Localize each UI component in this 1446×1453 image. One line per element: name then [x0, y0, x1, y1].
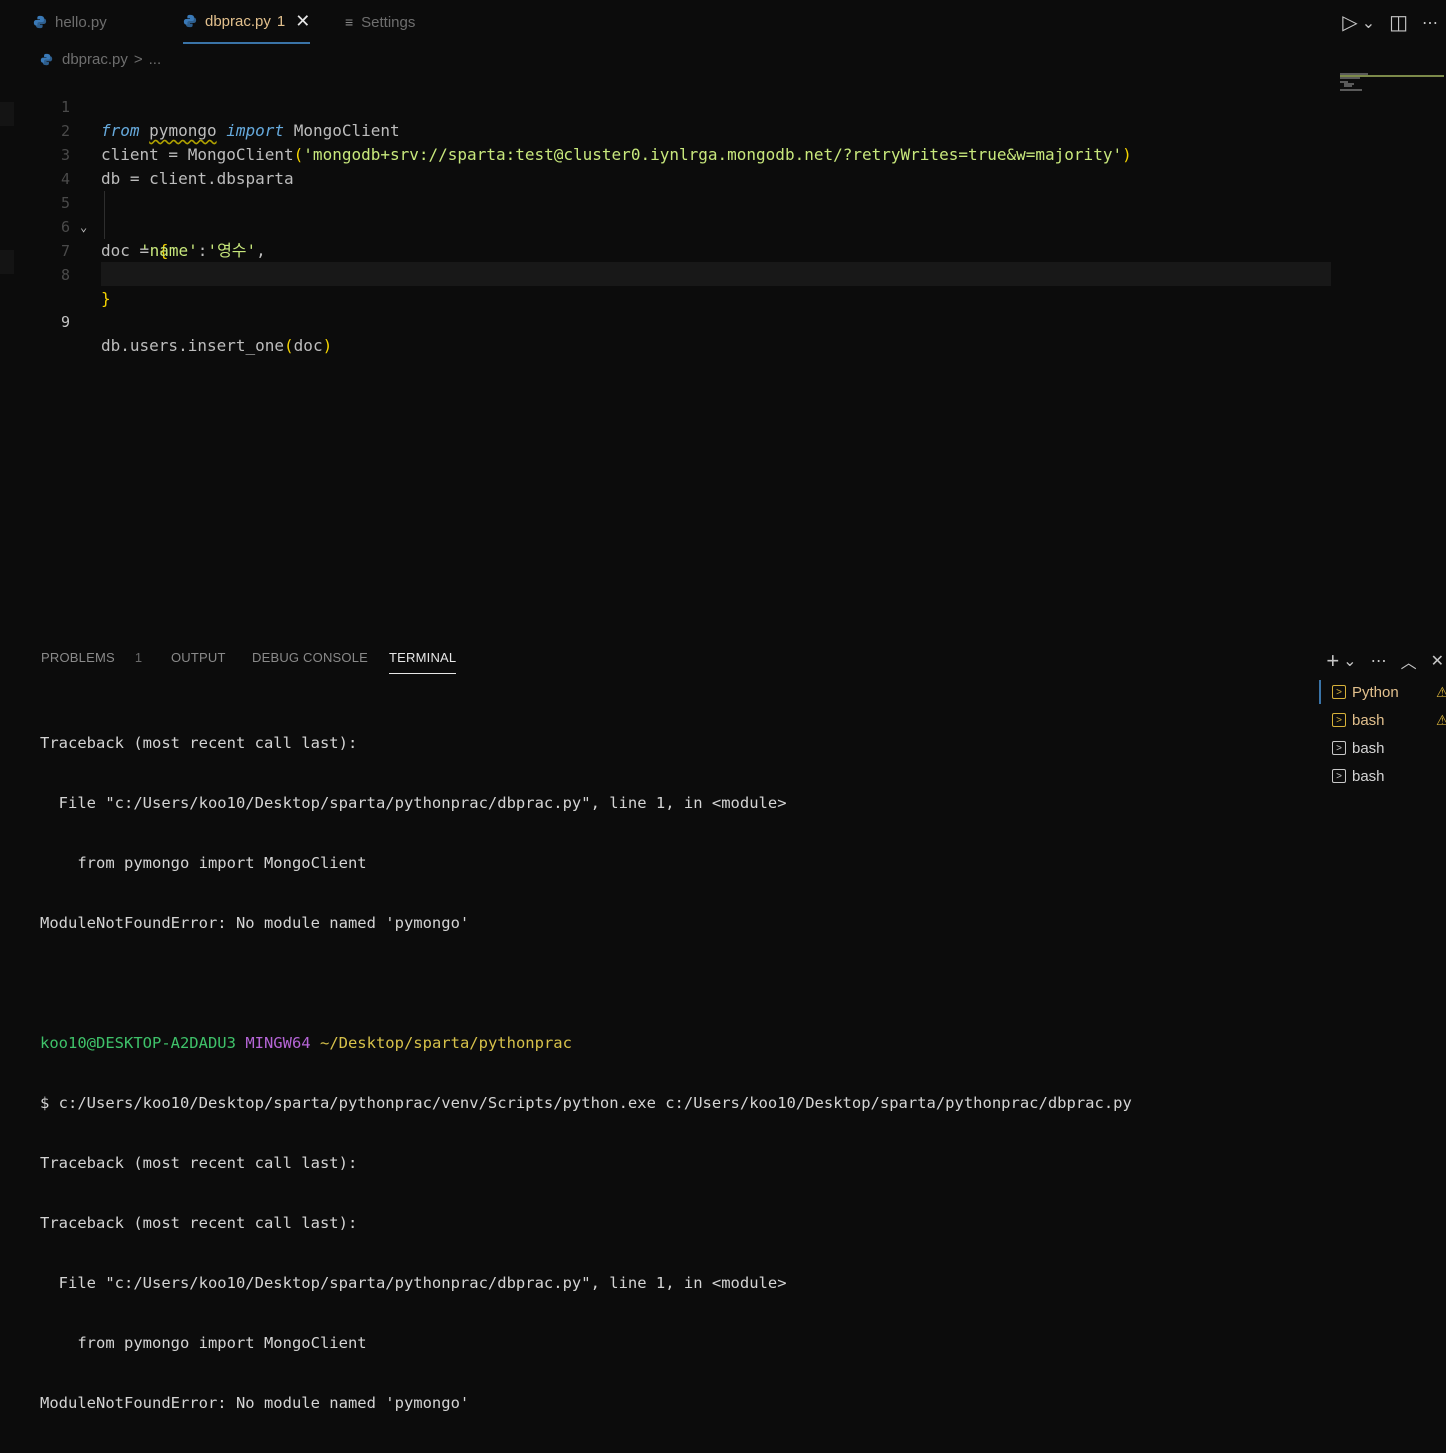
tab-output[interactable]: OUTPUT	[171, 650, 226, 665]
code-line: 7 'age':24	[0, 215, 1336, 284]
editor-actions: ▷ ⌄ ◫ ⋯	[1342, 10, 1438, 35]
terminal-instance-bash[interactable]: > bash	[1318, 734, 1446, 762]
run-icon[interactable]: ▷	[1342, 10, 1357, 35]
terminal-instance-bash[interactable]: > bash	[1318, 762, 1446, 790]
tab-label: dbprac.py	[205, 12, 271, 30]
minimap[interactable]	[1338, 71, 1446, 93]
terminal-line: Traceback (most recent call last):	[40, 1154, 358, 1172]
code-line: 4	[0, 143, 1336, 188]
terminal-line: Traceback (most recent call last):	[40, 1214, 358, 1232]
terminal-line: from pymongo import MongoClient	[40, 854, 367, 872]
tab-terminal[interactable]: TERMINAL	[389, 650, 457, 674]
python-icon	[40, 53, 53, 65]
terminal-prompt: koo10@DESKTOP-A2DADU3 MINGW64 ~/Desktop/…	[40, 1034, 572, 1052]
terminal-line: ModuleNotFoundError: No module named 'py…	[40, 914, 470, 932]
close-icon[interactable]: ✕	[1431, 651, 1444, 671]
line-number: 9	[60, 313, 70, 331]
chevron-down-icon[interactable]: ⌄	[1343, 651, 1356, 671]
code-editor[interactable]: 1 from pymongo import MongoClient 2 clie…	[0, 71, 1336, 631]
new-terminal-icon[interactable]: +	[1326, 648, 1339, 674]
terminal-instance-bash[interactable]: > bash ⚠	[1318, 706, 1446, 734]
terminal-command: $ c:/Users/koo10/Desktop/sparta/pythonpr…	[40, 1094, 1132, 1112]
tab-dbprac-py[interactable]: dbprac.py 1 ✕	[183, 0, 311, 44]
bottom-panel: PROBLEMS 1 OUTPUT DEBUG CONSOLE TERMINAL …	[0, 640, 1446, 1412]
minimap-line	[1340, 77, 1360, 79]
terminal-instance-python[interactable]: > Python ⚠	[1318, 678, 1446, 706]
tab-label: hello.py	[55, 13, 107, 31]
code-line: 6 'name':'영수',	[0, 191, 1336, 260]
breadcrumb-symbols[interactable]: ...	[149, 51, 162, 68]
close-icon[interactable]: ✕	[295, 11, 310, 32]
more-actions-icon[interactable]: ⋯	[1422, 13, 1438, 33]
code-line: 2 client = MongoClient('mongodb+srv://sp…	[0, 95, 1336, 164]
chevron-right-icon: >	[133, 50, 143, 68]
split-editor-icon[interactable]: ◫	[1389, 10, 1408, 35]
maximize-panel-icon[interactable]: ︿	[1401, 649, 1417, 673]
minimap-line	[1344, 85, 1352, 87]
more-actions-icon[interactable]: ⋯	[1371, 651, 1387, 671]
terminal-instance-list: > Python ⚠ > bash ⚠ > bash > bash	[1318, 678, 1446, 790]
python-icon	[33, 15, 47, 29]
breadcrumb: dbprac.py > ...	[40, 48, 161, 70]
problem-count: 1	[276, 12, 286, 30]
code-line: 8 }	[0, 239, 1336, 308]
code-line-current: 9 db.users.insert_one(doc)	[0, 262, 1336, 355]
tab-settings[interactable]: ≡ Settings	[345, 0, 415, 44]
terminal-line: Traceback (most recent call last):	[40, 734, 358, 752]
terminal-line: from pymongo import MongoClient	[40, 1334, 367, 1352]
terminal-line: File "c:/Users/koo10/Desktop/sparta/pyth…	[40, 794, 787, 812]
problems-count-badge: 1	[134, 650, 143, 665]
current-line-highlight	[101, 262, 1331, 286]
terminal-icon: >	[1332, 685, 1346, 699]
warning-icon: ⚠	[1436, 683, 1446, 700]
code-line: 3 db = client.dbsparta	[0, 119, 1336, 188]
terminal-icon: >	[1332, 741, 1346, 755]
python-icon	[183, 14, 197, 28]
terminal-icon: >	[1332, 769, 1346, 783]
warning-icon: ⚠	[1436, 711, 1446, 728]
terminal-line: File "c:/Users/koo10/Desktop/sparta/pyth…	[40, 1274, 787, 1292]
terminal-line: ModuleNotFoundError: No module named 'py…	[40, 1394, 470, 1412]
editor-tab-bar: hello.py dbprac.py 1 ✕ ≡ Settings ▷ ⌄ ◫ …	[0, 0, 1446, 46]
tab-label: Settings	[361, 13, 416, 31]
breadcrumb-file[interactable]: dbprac.py	[62, 51, 128, 68]
minimap-line	[1340, 89, 1362, 91]
chevron-down-icon[interactable]: ⌄	[1362, 13, 1375, 33]
code-line: 5 ⌄ doc = {	[0, 167, 1336, 260]
panel-actions: + ⌄ ⋯ ︿ ✕	[1326, 648, 1446, 674]
tab-debug-console[interactable]: DEBUG CONSOLE	[252, 650, 368, 665]
tab-hello-py[interactable]: hello.py	[33, 0, 107, 44]
terminal-icon: >	[1332, 713, 1346, 727]
tab-problems[interactable]: PROBLEMS 1	[41, 650, 142, 665]
settings-list-icon: ≡	[345, 14, 354, 30]
terminal-output[interactable]: Traceback (most recent call last): File …	[40, 693, 1310, 1453]
code-line: 1 from pymongo import MongoClient	[0, 71, 1336, 140]
